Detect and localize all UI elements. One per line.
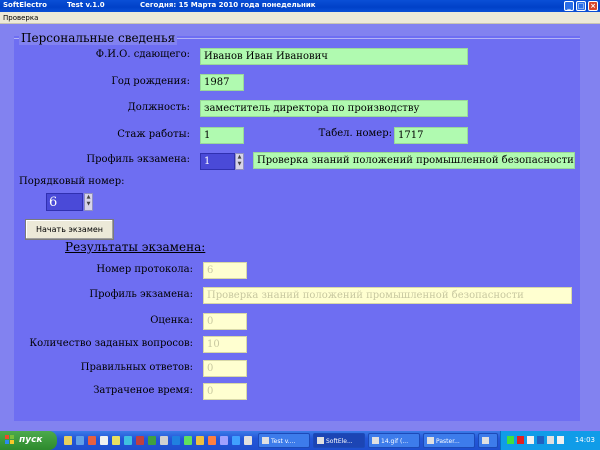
protocol-field: 6	[203, 262, 247, 279]
app-icon	[317, 437, 324, 444]
time-field: 0	[203, 383, 247, 400]
spin-up-icon[interactable]: ▲	[85, 194, 92, 201]
spin-up-icon[interactable]: ▲	[236, 154, 243, 161]
app-title: SoftElectro	[3, 1, 47, 9]
task-paster[interactable]: Paster...	[423, 433, 475, 448]
birth-year-label: Год рождения:	[111, 76, 190, 87]
tray-icon[interactable]	[547, 436, 554, 444]
menu-item-check[interactable]: Проверка	[3, 14, 38, 22]
app-icon	[427, 437, 434, 444]
correct-label: Правильных ответов:	[80, 362, 193, 373]
profile-label: Профиль экзамена:	[86, 154, 190, 165]
protocol-label: Номер протокола:	[96, 264, 193, 275]
tray-icon[interactable]	[507, 436, 514, 444]
tray-icon[interactable]	[517, 436, 524, 444]
tab-number-field[interactable]: 1717	[394, 127, 468, 144]
quicklaunch-icon[interactable]	[172, 436, 180, 445]
sequence-spinner[interactable]: ▲ ▼	[84, 193, 93, 211]
quicklaunch-icon[interactable]	[160, 436, 168, 445]
position-field[interactable]: заместитель директора по производству	[200, 100, 468, 117]
personal-section-title: Персональные сведенья	[19, 31, 178, 45]
sequence-label: Порядковый номер:	[19, 176, 125, 187]
quicklaunch-icon[interactable]	[220, 436, 228, 445]
app-icon	[482, 437, 489, 444]
quicklaunch-icon[interactable]	[232, 436, 240, 445]
quicklaunch-icon[interactable]	[64, 436, 72, 445]
start-label: пуск	[19, 435, 43, 445]
app-icon	[372, 437, 379, 444]
today-date: Сегодня: 15 Марта 2010 года понедельник	[140, 1, 316, 9]
quicklaunch-icon[interactable]	[124, 436, 132, 445]
maximize-button[interactable]: □	[576, 1, 586, 11]
task-test[interactable]: Test v....	[258, 433, 310, 448]
result-profile-label: Профиль экзамена:	[89, 289, 193, 300]
taskbar: пуск Test v.... SoftEle... 14.gif (... P…	[0, 431, 600, 450]
menu-bar: Проверка	[0, 12, 600, 24]
quicklaunch-icon[interactable]	[184, 436, 192, 445]
tray-icon[interactable]	[527, 436, 534, 444]
tab-number-label: Табел. номер:	[318, 128, 392, 139]
minimize-button[interactable]: _	[564, 1, 574, 11]
profile-spinner[interactable]: ▲ ▼	[235, 153, 244, 170]
title-bar: SoftElectro Test v.1.0 Сегодня: 15 Марта…	[0, 0, 600, 12]
task-image[interactable]: 14.gif (...	[368, 433, 420, 448]
quicklaunch-icon[interactable]	[88, 436, 96, 445]
clock: 14:03	[574, 436, 595, 444]
grade-label: Оценка:	[150, 315, 193, 326]
quicklaunch-icon[interactable]	[76, 436, 84, 445]
quicklaunch-icon[interactable]	[208, 436, 216, 445]
result-profile-field: Проверка знаний положений промышленной б…	[203, 287, 572, 304]
sequence-input[interactable]: 6	[46, 193, 83, 211]
spin-down-icon[interactable]: ▼	[236, 161, 243, 168]
quicklaunch-icon[interactable]	[148, 436, 156, 445]
app-version: Test v.1.0	[67, 1, 105, 9]
grade-field: 0	[203, 313, 247, 330]
quicklaunch-icon[interactable]	[244, 436, 252, 445]
time-label: Затраченое время:	[93, 385, 193, 396]
fio-field[interactable]: Иванов Иван Иванович	[200, 48, 468, 65]
quicklaunch-icon[interactable]	[136, 436, 144, 445]
results-section-title: Результаты экзамена:	[65, 240, 206, 254]
experience-field[interactable]: 1	[200, 127, 244, 144]
birth-year-field[interactable]: 1987	[200, 74, 244, 91]
task-extra[interactable]	[478, 433, 498, 448]
questions-label: Количество заданых вопросов:	[29, 338, 193, 349]
start-exam-button[interactable]: Начать экзамен	[25, 219, 114, 240]
start-button[interactable]: пуск	[0, 431, 57, 450]
quicklaunch-icon[interactable]	[100, 436, 108, 445]
tray-icon[interactable]	[537, 436, 544, 444]
profile-field[interactable]: Проверка знаний положений промышленной б…	[253, 152, 575, 169]
quicklaunch-icon[interactable]	[196, 436, 204, 445]
quicklaunch-icon[interactable]	[112, 436, 120, 445]
correct-field: 0	[203, 360, 247, 377]
system-tray: 14:03	[500, 431, 600, 450]
profile-number-input[interactable]: 1	[200, 153, 235, 170]
fio-label: Ф.И.О. сдающего:	[95, 49, 190, 60]
questions-field: 10	[203, 336, 247, 353]
position-label: Должность:	[127, 102, 190, 113]
windows-logo-icon	[5, 435, 15, 445]
tray-icon[interactable]	[557, 436, 564, 444]
app-icon	[262, 437, 269, 444]
spin-down-icon[interactable]: ▼	[85, 201, 92, 208]
experience-label: Стаж работы:	[117, 129, 190, 140]
task-softelectro[interactable]: SoftEle...	[313, 433, 365, 448]
close-button[interactable]: ×	[588, 1, 598, 11]
